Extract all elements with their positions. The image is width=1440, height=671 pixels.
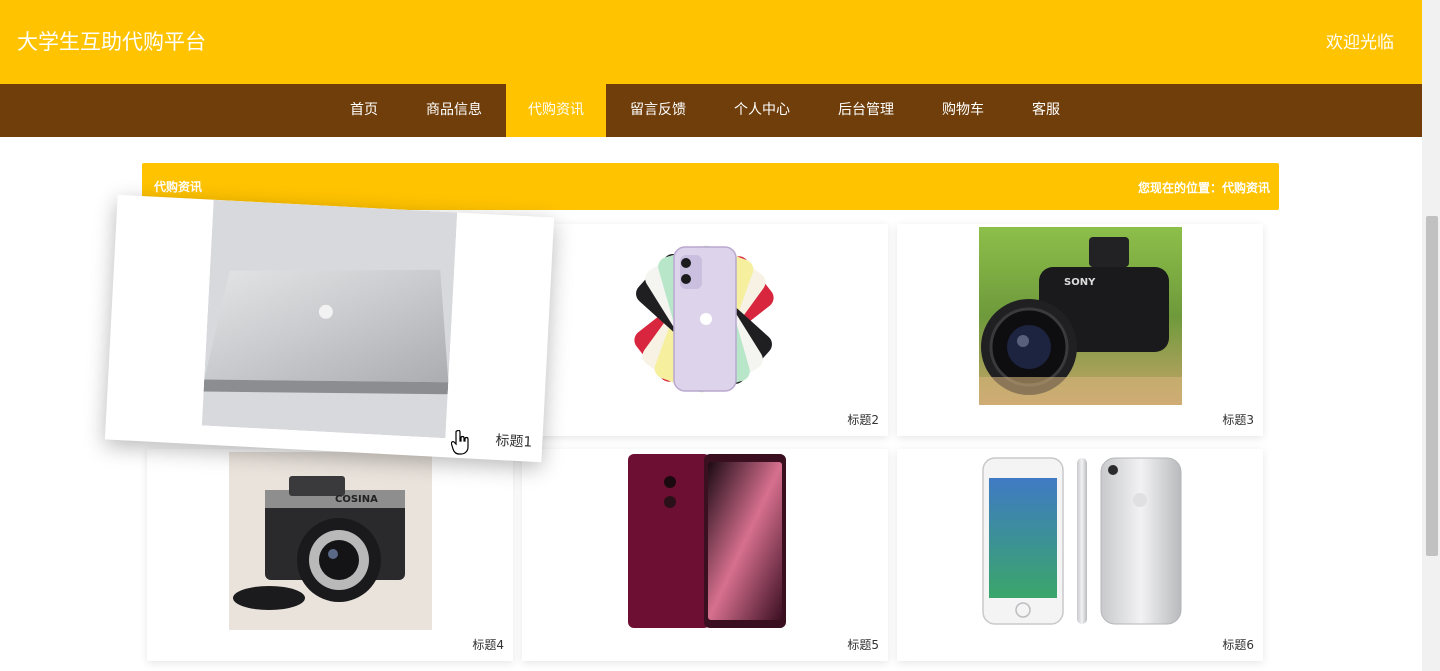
camera-brand: COSINA (335, 494, 378, 505)
hand-pointer-icon (451, 430, 471, 456)
news-card[interactable]: SONY 标题3 (897, 224, 1263, 436)
news-card[interactable]: 标题6 (897, 449, 1263, 661)
bridge-camera-image: SONY (979, 227, 1182, 405)
scrollbar-thumb[interactable] (1426, 216, 1438, 556)
header-bar: 大学生互助代购平台 欢迎光临 (0, 0, 1422, 84)
breadcrumb: 您现在的位置：代购资讯 (1137, 181, 1270, 195)
smartphone-red-image (604, 452, 807, 630)
laptop-image (201, 199, 458, 439)
page-scrollbar[interactable] (1422, 0, 1440, 671)
card-title[interactable]: 标题4 (472, 636, 504, 653)
news-card[interactable]: 标题1 (104, 194, 555, 463)
film-camera-image: COSINA (229, 452, 432, 630)
news-card[interactable]: 标题5 (522, 449, 888, 661)
section-title: 代购资讯 (154, 180, 203, 194)
main-nav: 首页 商品信息 代购资讯 留言反馈 个人中心 后台管理 购物车 客服 (0, 84, 1422, 137)
site-title[interactable]: 大学生互助代购平台 (17, 26, 206, 56)
smartphone-white-image (979, 452, 1182, 630)
welcome-text: 欢迎光临 (1326, 33, 1394, 53)
nav-item-feedback[interactable]: 留言反馈 (606, 84, 710, 137)
camera-brand: SONY (1064, 277, 1096, 288)
nav-item-profile[interactable]: 个人中心 (710, 84, 814, 137)
news-card[interactable]: COSINA 标题4 (147, 449, 513, 661)
nav-item-products[interactable]: 商品信息 (402, 84, 506, 137)
card-title[interactable]: 标题1 (495, 430, 533, 452)
nav-item-cart[interactable]: 购物车 (918, 84, 1008, 137)
nav-item-service[interactable]: 客服 (1008, 84, 1084, 137)
nav-item-admin[interactable]: 后台管理 (814, 84, 918, 137)
card-title[interactable]: 标题5 (847, 636, 879, 653)
card-title[interactable]: 标题6 (1222, 636, 1254, 653)
section-header: 代购资讯 您现在的位置：代购资讯 (142, 163, 1279, 210)
news-card[interactable]: 标题2 (522, 224, 888, 436)
card-title[interactable]: 标题3 (1222, 411, 1254, 428)
smartphone-fan-image (604, 227, 807, 405)
nav-item-home[interactable]: 首页 (326, 84, 402, 137)
nav-item-news[interactable]: 代购资讯 (506, 84, 606, 137)
card-title[interactable]: 标题2 (847, 411, 879, 428)
